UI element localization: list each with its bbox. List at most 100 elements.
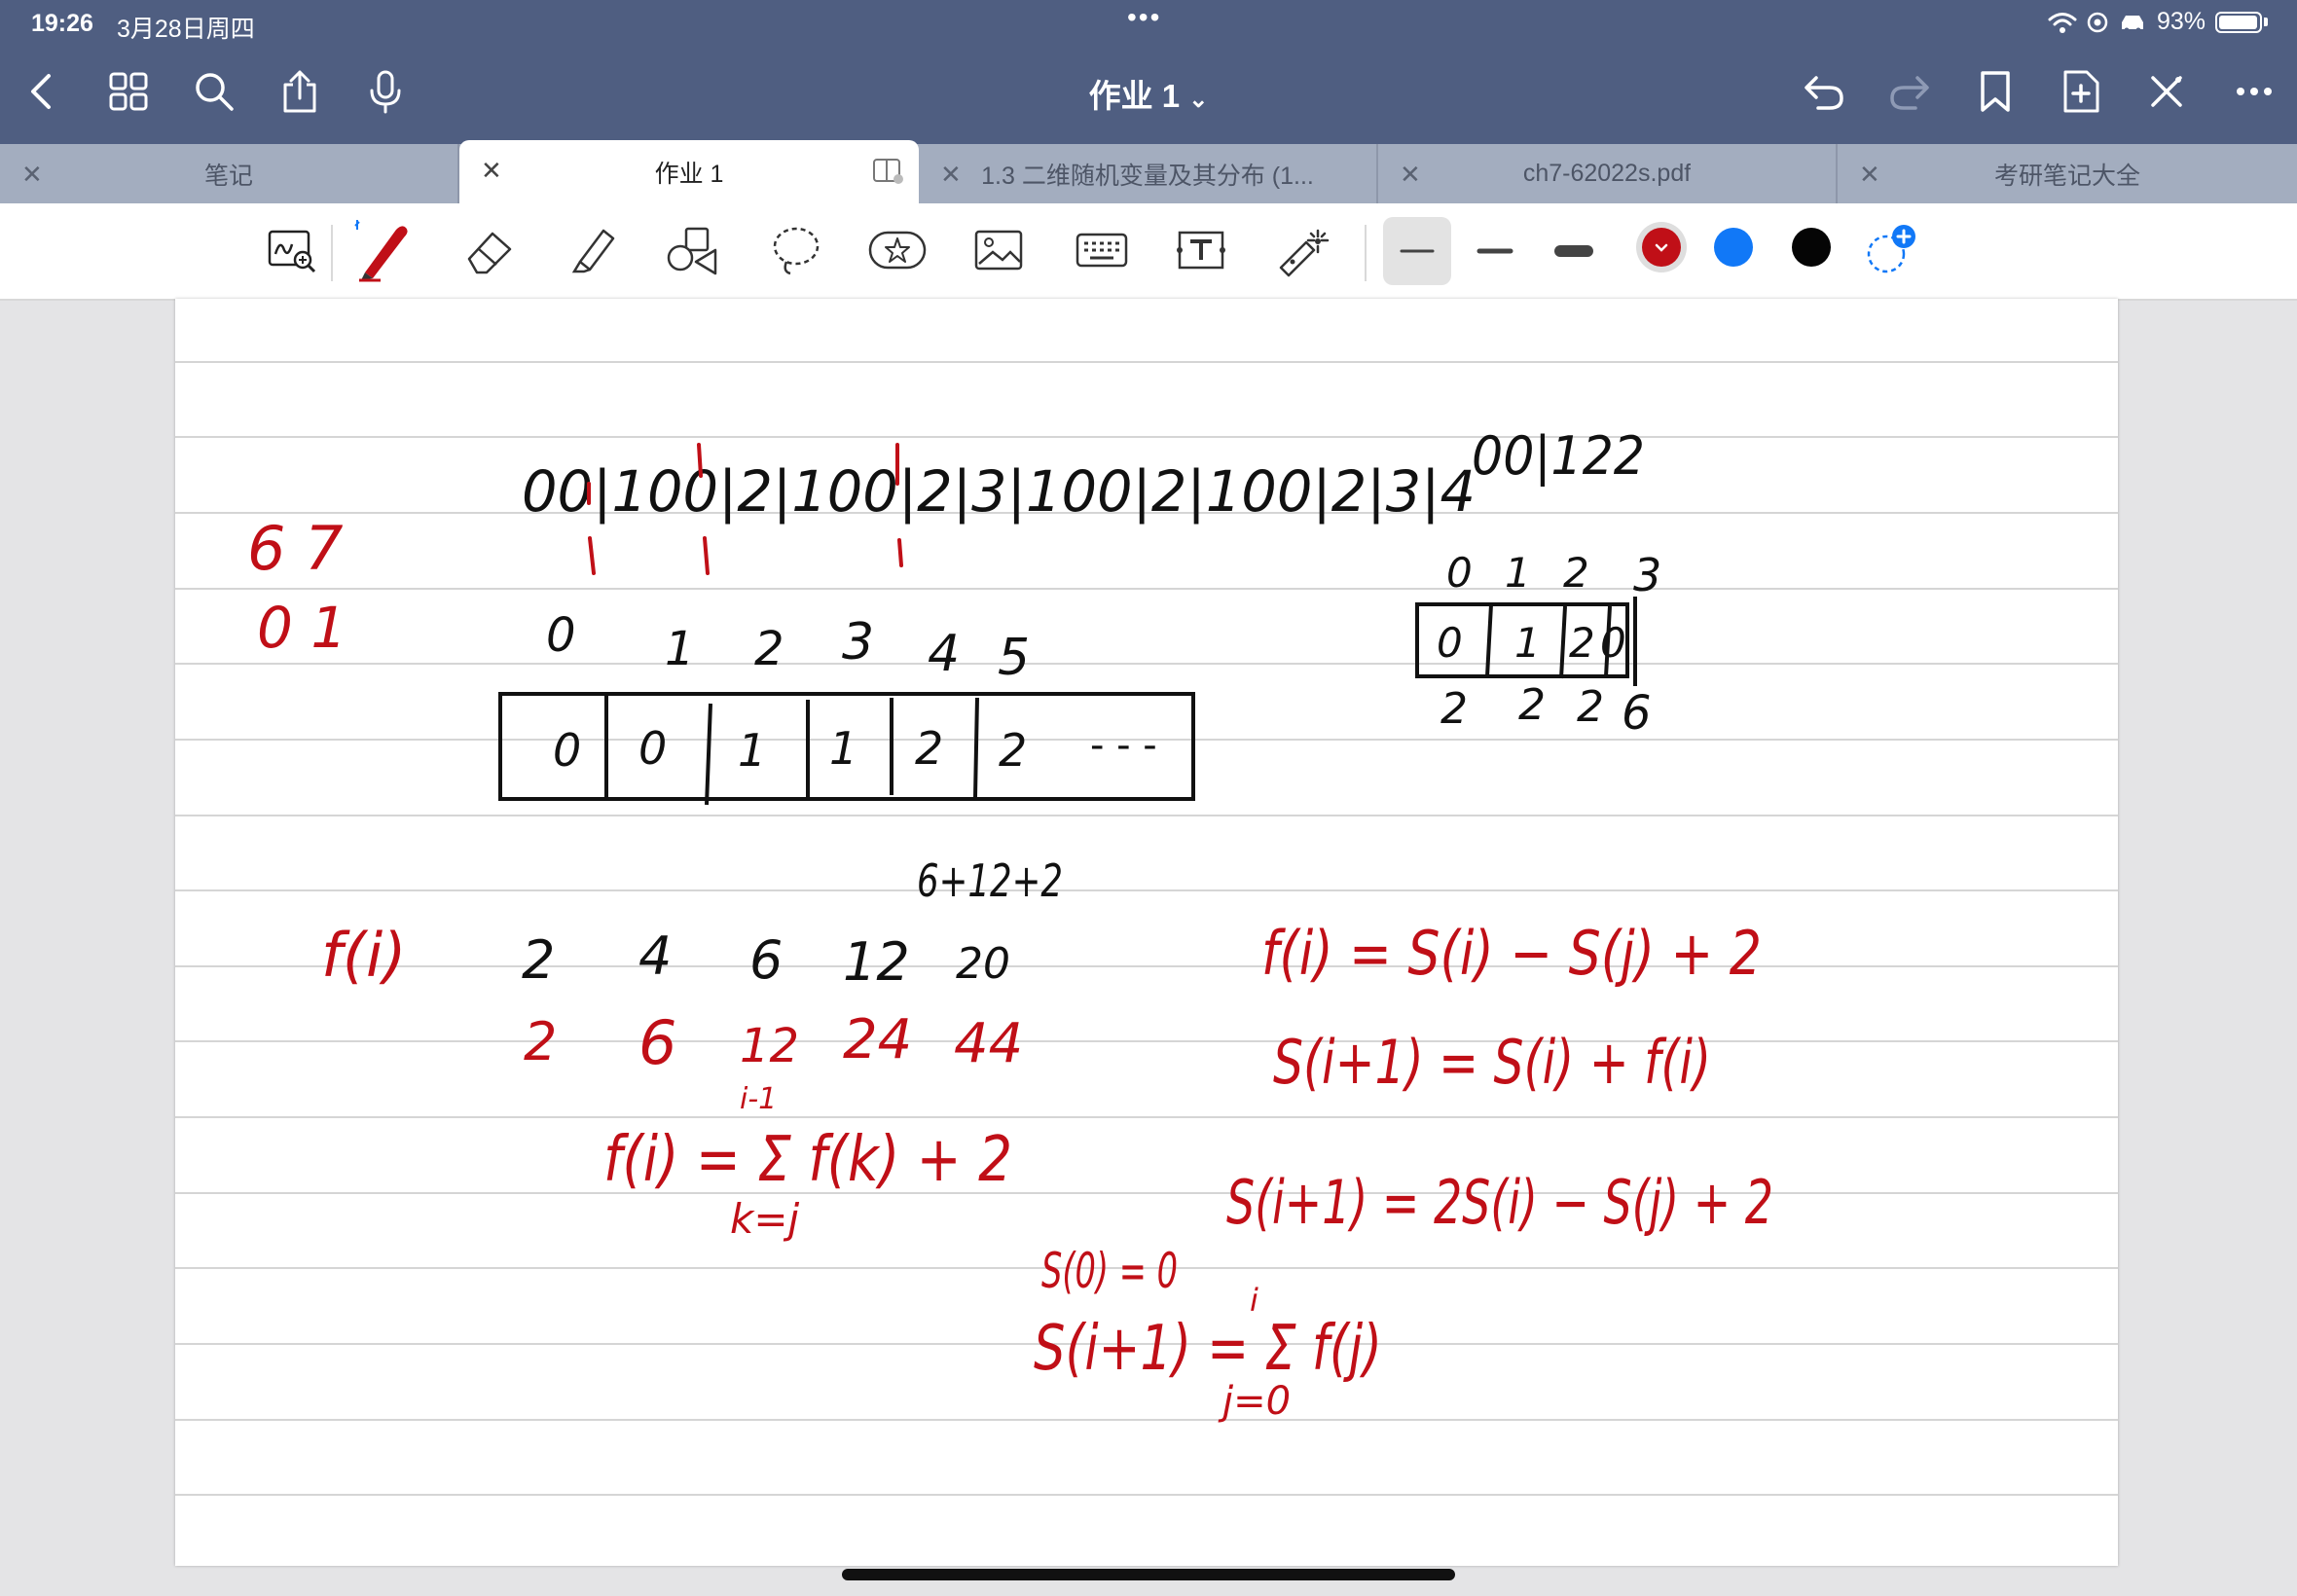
chevron-left-icon xyxy=(31,74,51,109)
stroke-thick-button[interactable] xyxy=(1540,217,1608,285)
share-icon xyxy=(283,70,316,113)
location-lock-icon xyxy=(2087,12,2108,32)
cell-value: 0 xyxy=(1600,619,1626,667)
undo-icon xyxy=(1805,76,1843,110)
tab-close-icon[interactable]: ✕ xyxy=(1859,160,1880,190)
cell-value: 2 xyxy=(915,722,943,775)
top-bar: 19:26 3月28日周四 ••• 93% 作业 1 ⌄ xyxy=(0,0,2297,144)
tab-notes[interactable]: ✕ 笔记 xyxy=(0,144,459,203)
tab-label: ch7-62022s.pdf xyxy=(1522,160,1692,187)
pen-tool[interactable] xyxy=(348,217,415,283)
f-value: 4 xyxy=(638,925,672,987)
f-values: 2 4 6 12 20 xyxy=(522,925,1010,993)
stroke-medium-button[interactable] xyxy=(1461,217,1529,285)
document-title[interactable]: 作业 1 ⌄ xyxy=(1089,78,1209,114)
tab-close-icon[interactable]: ✕ xyxy=(1400,160,1421,190)
color-blue-button[interactable] xyxy=(1714,228,1753,267)
cell-value: 2 xyxy=(999,724,1027,777)
color-red-button[interactable] xyxy=(1636,222,1687,272)
bookmark-button[interactable] xyxy=(1970,66,2021,117)
shapes-tool[interactable] xyxy=(660,217,726,283)
add-page-icon xyxy=(2063,70,2099,113)
tab-close-icon[interactable]: ✕ xyxy=(21,160,43,190)
battery-percent: 93% xyxy=(2156,8,2206,35)
index-label: 4 xyxy=(928,625,960,683)
cell-value: 2 xyxy=(1569,619,1595,667)
status-date: 3月28日周四 xyxy=(117,16,255,43)
below-value: 2 xyxy=(1440,684,1468,734)
chevron-down-icon xyxy=(1655,243,1668,252)
index-label: 3 xyxy=(1633,549,1661,601)
s-value: 44 xyxy=(954,1012,1023,1075)
thumbnails-button[interactable] xyxy=(103,66,154,117)
wifi-icon xyxy=(2048,12,2077,33)
index-label: 1 xyxy=(665,622,695,676)
undo-button[interactable] xyxy=(1799,66,1849,117)
stroke-thin-button[interactable] xyxy=(1383,217,1451,285)
tab-label: 考研笔记大全 xyxy=(1993,162,2140,190)
search-button[interactable] xyxy=(189,66,239,117)
chevron-down-icon: ⌄ xyxy=(1188,87,1209,113)
more-button[interactable] xyxy=(2229,66,2279,117)
tab-random-variables[interactable]: ✕ 1.3 二维随机变量及其分布 (1... xyxy=(919,144,1378,203)
close-edit-button[interactable] xyxy=(2141,66,2192,117)
zoom-handwriting-icon xyxy=(268,230,316,273)
document-title-area: 作业 1 ⌄ xyxy=(0,70,2297,117)
f-value: 2 xyxy=(522,929,555,991)
eraser-tool[interactable] xyxy=(457,217,524,283)
tab-close-icon[interactable]: ✕ xyxy=(940,160,962,190)
tab-label: 1.3 二维随机变量及其分布 (1... xyxy=(981,162,1314,190)
eq-s-lower: j=0 xyxy=(1218,1379,1291,1424)
image-tool[interactable] xyxy=(966,217,1032,283)
share-button[interactable] xyxy=(274,66,325,117)
multitasking-dots[interactable]: ••• xyxy=(1127,2,1161,33)
document-title-text: 作业 1 xyxy=(1088,78,1181,114)
sequence-right-text: 00|122 xyxy=(1472,425,1645,487)
voice-button[interactable] xyxy=(360,66,411,117)
tab-exam-notes[interactable]: ✕ 考研笔记大全 xyxy=(1838,144,2297,203)
grid-icon xyxy=(109,72,148,111)
sticker-icon xyxy=(868,231,927,270)
drawing-toolbar xyxy=(0,203,2297,301)
laser-pointer-tool[interactable] xyxy=(1271,217,1337,283)
laser-pointer-icon xyxy=(1279,229,1330,277)
cell-value: 0 xyxy=(553,724,581,777)
f-value: 20 xyxy=(956,939,1010,989)
tab-close-icon[interactable]: ✕ xyxy=(481,156,502,186)
redo-button[interactable] xyxy=(1884,66,1935,117)
add-color-button[interactable] xyxy=(1863,223,1919,279)
more-icon xyxy=(2237,88,2272,95)
array-cells: 0 0 1 1 2 2 - - - xyxy=(553,722,1157,777)
left-red-bottom-text: 0 1 xyxy=(257,595,346,661)
below-value: 2 xyxy=(1518,680,1546,730)
highlighter-tool[interactable] xyxy=(559,217,625,283)
back-button[interactable] xyxy=(16,66,66,117)
status-indicators: 93% xyxy=(2048,8,2268,36)
eraser-icon xyxy=(467,232,512,274)
tab-label: 作业 1 xyxy=(654,160,724,188)
battery-icon xyxy=(2215,11,2262,33)
below-value: 6 xyxy=(1622,686,1652,741)
tab-homework-1[interactable]: ✕ 作业 1 xyxy=(459,140,919,203)
index-label: 0 xyxy=(546,608,576,663)
pen-icon xyxy=(354,220,408,282)
small-array-below: 2 2 2 6 xyxy=(1440,680,1652,741)
tab-ch7-pdf[interactable]: ✕ ch7-62022s.pdf xyxy=(1378,144,1838,203)
handwriting-canvas: 00|100|2|100|2|3|100|2|100|2|3|4 00|122 … xyxy=(247,425,1773,1424)
stroke-thick-icon xyxy=(1554,245,1593,257)
split-view-icon[interactable] xyxy=(872,158,905,185)
eq-3-text: S(i+1) = 2S(i) − S(j) + 2 xyxy=(1226,1167,1773,1238)
home-indicator[interactable] xyxy=(842,1569,1455,1580)
text-box-tool[interactable] xyxy=(1168,217,1234,283)
stroke-thin-icon xyxy=(1400,249,1435,253)
notebook-page[interactable]: 00|100|2|100|2|3|100|2|100|2|3|4 00|122 … xyxy=(175,299,2118,1566)
lasso-icon xyxy=(773,227,820,275)
zoom-handwriting-button[interactable] xyxy=(259,217,325,283)
sticker-tool[interactable] xyxy=(864,217,930,283)
keyboard-tool[interactable] xyxy=(1069,217,1135,283)
eq-sum-upper: i-1 xyxy=(740,1082,777,1116)
color-black-button[interactable] xyxy=(1792,228,1831,267)
array-indices: 0 1 2 3 4 5 xyxy=(546,608,1030,687)
lasso-tool[interactable] xyxy=(763,217,829,283)
add-page-button[interactable] xyxy=(2056,66,2106,117)
